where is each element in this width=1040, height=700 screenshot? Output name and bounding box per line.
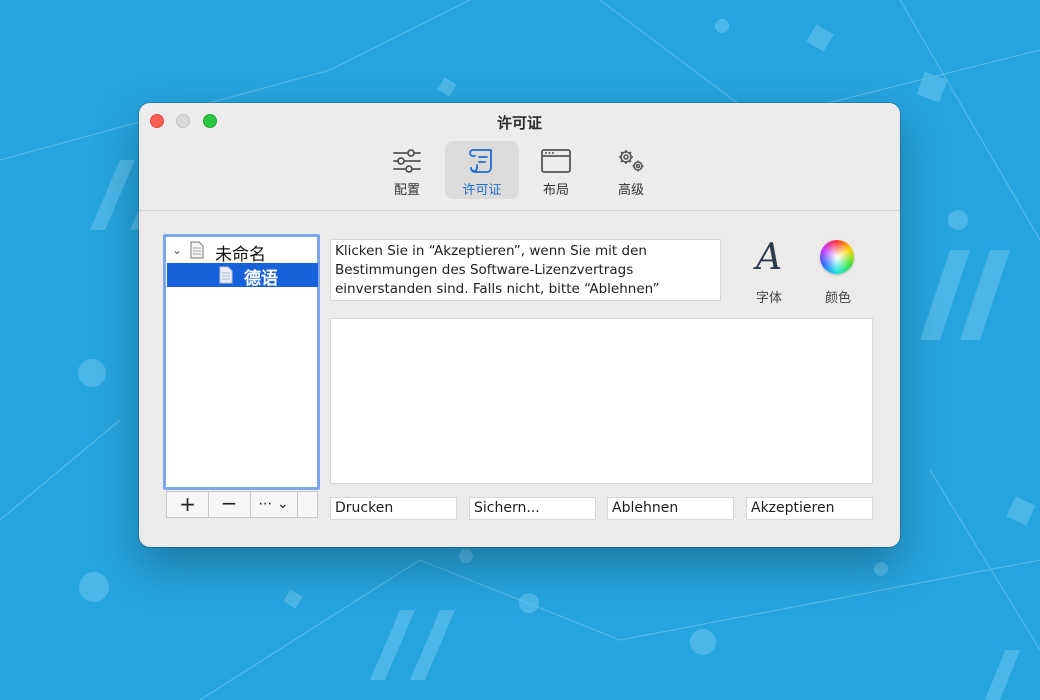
font-icon: A [756,237,782,278]
document-icon [190,241,204,259]
message-line: einverstanden sind. Falls nicht, bitte “… [335,281,660,297]
message-line: Bestimmungen des Software-Lizenzvertrags [335,262,634,278]
chevron-down-icon[interactable]: ⌄ [172,243,182,257]
tab-license[interactable]: 许可证 [445,141,519,199]
tab-config[interactable]: 配置 [370,141,444,199]
tab-advanced-label: 高级 [617,183,644,198]
decline-button[interactable]: Ablehnen [607,497,734,520]
gears-icon [619,150,644,172]
tab-layout-label: 布局 [542,183,569,198]
localization-tree[interactable]: ⌄ 未命名 德语 [163,234,320,490]
add-localization-button[interactable]: + [167,492,209,517]
window-toolbar: 许可证 配置 许可证 布局 高级 [139,103,900,211]
remove-localization-button[interactable]: − [208,492,251,517]
tab-config-label: 配置 [393,183,420,198]
tree-item-untitled[interactable]: ⌄ 未命名 [168,240,316,265]
tab-advanced[interactable]: 高级 [594,141,668,199]
color-label: 颜色 [824,291,851,306]
more-actions-button[interactable]: ⋯ ⌄ [250,492,298,517]
window-layout-icon [541,149,571,173]
accept-button[interactable]: Akzeptieren [746,497,873,520]
tree-root-label: 未命名 [215,245,266,265]
window-title: 许可证 [496,114,542,132]
tab-license-label: 许可证 [462,183,502,198]
color-wheel-icon [820,240,854,274]
sidebar-button-bar: + − ⋯ ⌄ [166,491,318,518]
print-button[interactable]: Drucken [330,497,457,520]
font-label: 字体 [755,291,782,306]
sliders-icon [393,149,421,173]
tree-item-german[interactable]: 德语 [167,263,318,289]
color-button[interactable]: 颜色 [814,237,862,307]
license-window: 许可证 配置 许可证 布局 高级 ⌄ 未命名 德语 + − ⋯ ⌄ Klicke… [139,103,900,547]
message-line: Klicken Sie in “Akzeptieren”, wenn Sie m… [335,243,647,259]
save-button[interactable]: Sichern... [469,497,596,520]
license-text-area[interactable] [330,318,873,484]
font-button[interactable]: A 字体 [745,237,793,307]
license-message-field[interactable]: Klicken Sie in “Akzeptieren”, wenn Sie m… [330,239,721,301]
tab-layout[interactable]: 布局 [519,141,593,199]
license-scroll-icon [469,149,492,173]
document-icon [219,266,233,284]
tree-child-label: 德语 [244,269,278,289]
